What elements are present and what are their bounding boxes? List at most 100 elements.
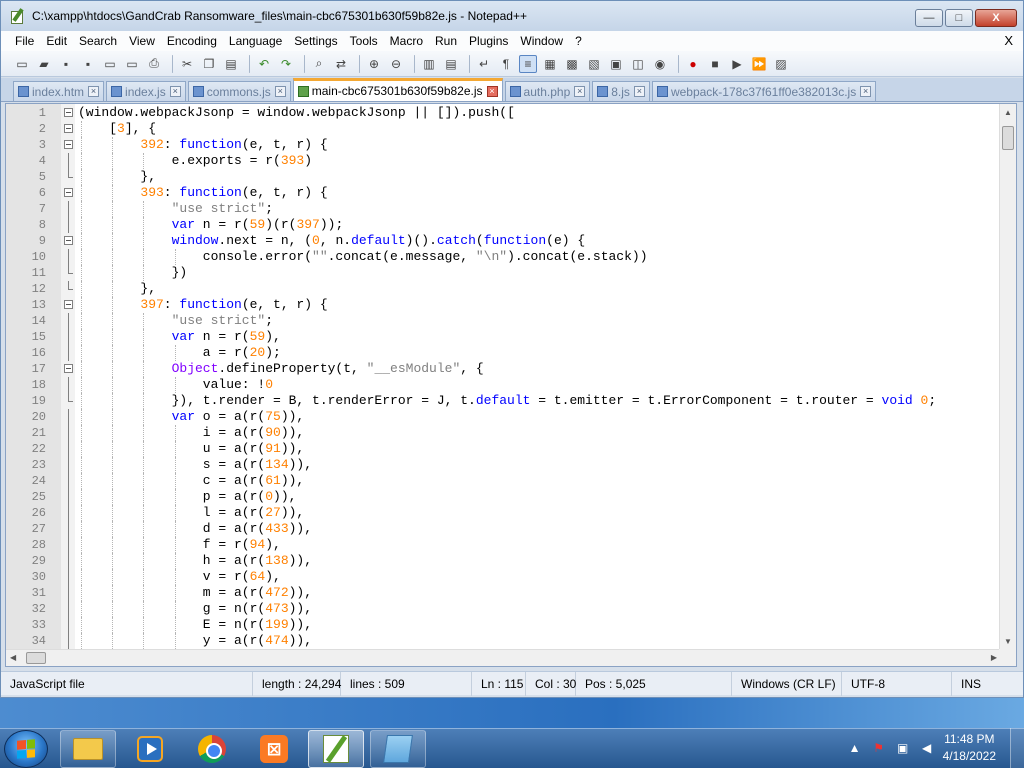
cut-icon[interactable]: ✂ — [178, 55, 196, 73]
replace-icon[interactable]: ⇄ — [332, 55, 350, 73]
new-file-icon[interactable]: ▭ — [13, 55, 31, 73]
print-icon[interactable]: ⎙ — [145, 55, 163, 73]
file-tab[interactable]: auth.php × — [504, 81, 591, 101]
title-bar[interactable]: C:\xampp\htdocs\GandCrab Ransomware_file… — [1, 1, 1023, 31]
file-tab[interactable]: commons.js × — [187, 81, 291, 101]
notepadpp-app-icon[interactable] — [10, 8, 26, 24]
vertical-scroll-thumb[interactable] — [1002, 126, 1014, 150]
fold-toggle-icon[interactable] — [64, 188, 73, 197]
run-macro-multiple-icon[interactable]: ⏩ — [750, 55, 768, 73]
menu-help[interactable]: ? — [569, 31, 588, 51]
action-center-flag-icon[interactable]: ⚑ — [871, 740, 887, 756]
menu-language[interactable]: Language — [223, 31, 288, 51]
tab-close-icon[interactable]: × — [169, 86, 181, 97]
code-editor[interactable]: 1 (window.webpackJsonp = window.webpackJs… — [5, 103, 1017, 667]
file-tab[interactable]: index.htm × — [13, 81, 105, 101]
tab-close-icon[interactable]: × — [633, 86, 645, 97]
menu-view[interactable]: View — [123, 31, 161, 51]
menu-tools[interactable]: Tools — [344, 31, 384, 51]
sync-vertical-icon[interactable]: ▥ — [420, 55, 438, 73]
taskbar-xampp[interactable]: ⊠ — [246, 730, 302, 768]
fold-toggle-icon[interactable] — [64, 108, 73, 117]
fold-toggle-icon[interactable] — [64, 300, 73, 309]
tab-close-icon[interactable]: × — [574, 86, 586, 97]
code-text: 392: function(e, t, r) { — [140, 137, 327, 153]
taskbar-chrome[interactable] — [184, 730, 240, 768]
menu-search[interactable]: Search — [73, 31, 123, 51]
function-list-icon[interactable]: ▧ — [585, 55, 603, 73]
vertical-scrollbar[interactable]: ▲ ▼ — [999, 104, 1016, 650]
clock[interactable]: 11:48 PM 4/18/2022 — [943, 731, 996, 765]
stop-macro-icon[interactable]: ■ — [706, 55, 724, 73]
scroll-right-icon[interactable]: ▶ — [991, 653, 997, 662]
horizontal-scroll-thumb[interactable] — [26, 652, 46, 664]
taskbar-notepad[interactable] — [370, 730, 426, 768]
menu-encoding[interactable]: Encoding — [161, 31, 223, 51]
show-desktop-button[interactable] — [1010, 728, 1024, 768]
tab-close-icon[interactable]: × — [274, 86, 286, 97]
file-tab[interactable]: 8.js × — [592, 81, 650, 101]
menu-run[interactable]: Run — [429, 31, 463, 51]
eye-icon[interactable]: ◉ — [651, 55, 669, 73]
language-icon[interactable]: ▦ — [541, 55, 559, 73]
menu-edit[interactable]: Edit — [40, 31, 73, 51]
status-encoding[interactable]: UTF-8 — [842, 671, 952, 696]
indent-guide-icon[interactable]: ≡ — [519, 54, 537, 73]
fold-toggle-icon[interactable] — [64, 140, 73, 149]
close-all-icon[interactable]: ▭ — [123, 55, 141, 73]
taskbar-explorer[interactable] — [60, 730, 116, 768]
paste-icon[interactable]: ▤ — [222, 55, 240, 73]
close-button[interactable]: X — [975, 9, 1017, 27]
show-hidden-icons-icon[interactable]: ▲ — [847, 740, 863, 756]
sync-horizontal-icon[interactable]: ▤ — [442, 55, 460, 73]
tab-close-icon[interactable]: × — [88, 86, 100, 97]
menu-plugins[interactable]: Plugins — [463, 31, 514, 51]
play-macro-icon[interactable]: ▶ — [728, 55, 746, 73]
document-map-icon[interactable]: ▩ — [563, 55, 581, 73]
menu-file[interactable]: File — [1, 31, 40, 51]
code-line: 2 [3], { — [6, 121, 996, 137]
start-button[interactable] — [4, 730, 48, 768]
find-icon[interactable]: ⌕ — [310, 55, 328, 73]
file-tab[interactable]: webpack-178c37f61ff0e382013c.js × — [651, 81, 877, 101]
undo-icon[interactable]: ↶ — [255, 55, 273, 73]
copy-icon[interactable]: ❐ — [200, 55, 218, 73]
minimize-button[interactable]: — — [915, 9, 943, 27]
close-file-icon[interactable]: ▭ — [101, 55, 119, 73]
scroll-down-icon[interactable]: ▼ — [1004, 637, 1012, 646]
zoom-in-icon[interactable]: ⊕ — [365, 55, 383, 73]
show-all-characters-icon[interactable]: ¶ — [497, 55, 515, 73]
tab-close-icon[interactable]: × — [486, 85, 498, 97]
network-icon[interactable]: ▣ — [895, 740, 911, 756]
zoom-out-icon[interactable]: ⊖ — [387, 55, 405, 73]
monitoring-icon[interactable]: ◫ — [629, 55, 647, 73]
save-macro-icon[interactable]: ▨ — [772, 55, 790, 73]
word-wrap-icon[interactable]: ↵ — [475, 55, 493, 73]
maximize-button[interactable]: □ — [945, 9, 973, 27]
menu-window[interactable]: Window — [514, 31, 569, 51]
record-macro-icon[interactable]: ● — [684, 55, 702, 73]
folder-as-workspace-icon[interactable]: ▣ — [607, 55, 625, 73]
menu-settings[interactable]: Settings — [288, 31, 343, 51]
scroll-up-icon[interactable]: ▲ — [1004, 108, 1012, 117]
status-eol[interactable]: Windows (CR LF) — [732, 671, 842, 696]
taskbar-media-player[interactable] — [122, 730, 178, 768]
file-tab[interactable]: index.js × — [106, 81, 186, 101]
scroll-left-icon[interactable]: ◀ — [10, 653, 16, 662]
tab-close-icon[interactable]: × — [860, 86, 872, 97]
horizontal-scrollbar[interactable]: ◀ ▶ — [6, 649, 1001, 666]
volume-icon[interactable]: ◀ — [919, 740, 935, 756]
menu-macro[interactable]: Macro — [384, 31, 429, 51]
save-all-icon[interactable]: ▪ — [79, 55, 97, 73]
fold-toggle-icon[interactable] — [64, 236, 73, 245]
close-document-button[interactable]: X — [1004, 31, 1013, 51]
fold-toggle-icon[interactable] — [64, 124, 73, 133]
indent-guide — [112, 409, 114, 425]
redo-icon[interactable]: ↷ — [277, 55, 295, 73]
save-icon[interactable]: ▪ — [57, 55, 75, 73]
toolbar-separator — [249, 54, 250, 73]
file-tab[interactable]: main-cbc675301b630f59b82e.js × — [292, 78, 503, 101]
taskbar-notepadpp[interactable] — [308, 730, 364, 768]
fold-toggle-icon[interactable] — [64, 364, 73, 373]
open-file-icon[interactable]: ▰ — [35, 55, 53, 73]
